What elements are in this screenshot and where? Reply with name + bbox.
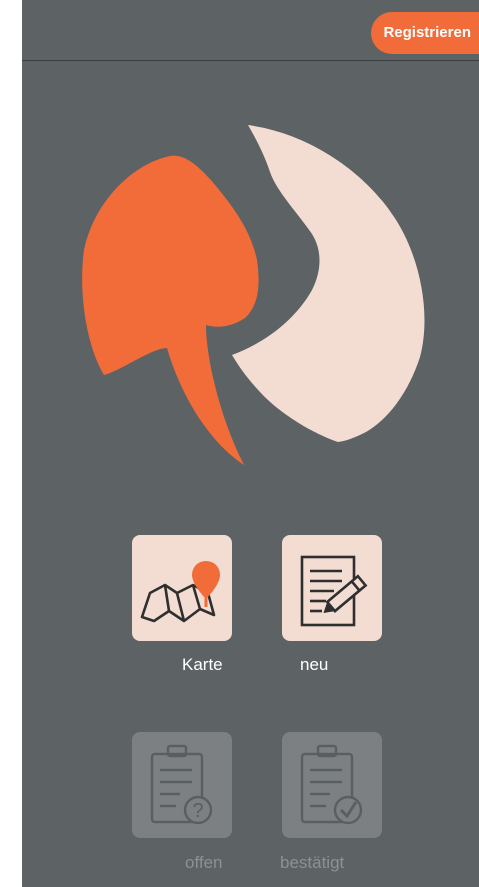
open-reports-tile-button[interactable]: ?	[132, 732, 232, 838]
clipboard-check-icon	[300, 744, 363, 825]
app-screen: Registrieren Karte neu ? offen bestätigt	[22, 0, 479, 887]
confirmed-reports-tile-button[interactable]	[282, 732, 382, 838]
new-report-tile-button[interactable]	[282, 535, 382, 641]
edit-document-icon	[300, 555, 368, 627]
open-reports-tile-label: offen	[185, 853, 223, 872]
svg-text:?: ?	[192, 800, 203, 822]
confirmed-reports-tile-label: bestätigt	[280, 853, 345, 872]
logo-orange-shape	[82, 155, 259, 466]
register-button[interactable]: Registrieren	[371, 12, 479, 54]
new-report-tile-label: neu	[300, 655, 329, 674]
logo-cream-shape	[232, 125, 425, 442]
app-logo	[82, 125, 425, 466]
top-bar: Registrieren	[22, 0, 479, 61]
map-tile-label: Karte	[182, 655, 223, 674]
map-pin-icon	[140, 561, 220, 623]
clipboard-question-icon: ?	[150, 744, 213, 825]
map-tile-button[interactable]	[132, 535, 232, 641]
